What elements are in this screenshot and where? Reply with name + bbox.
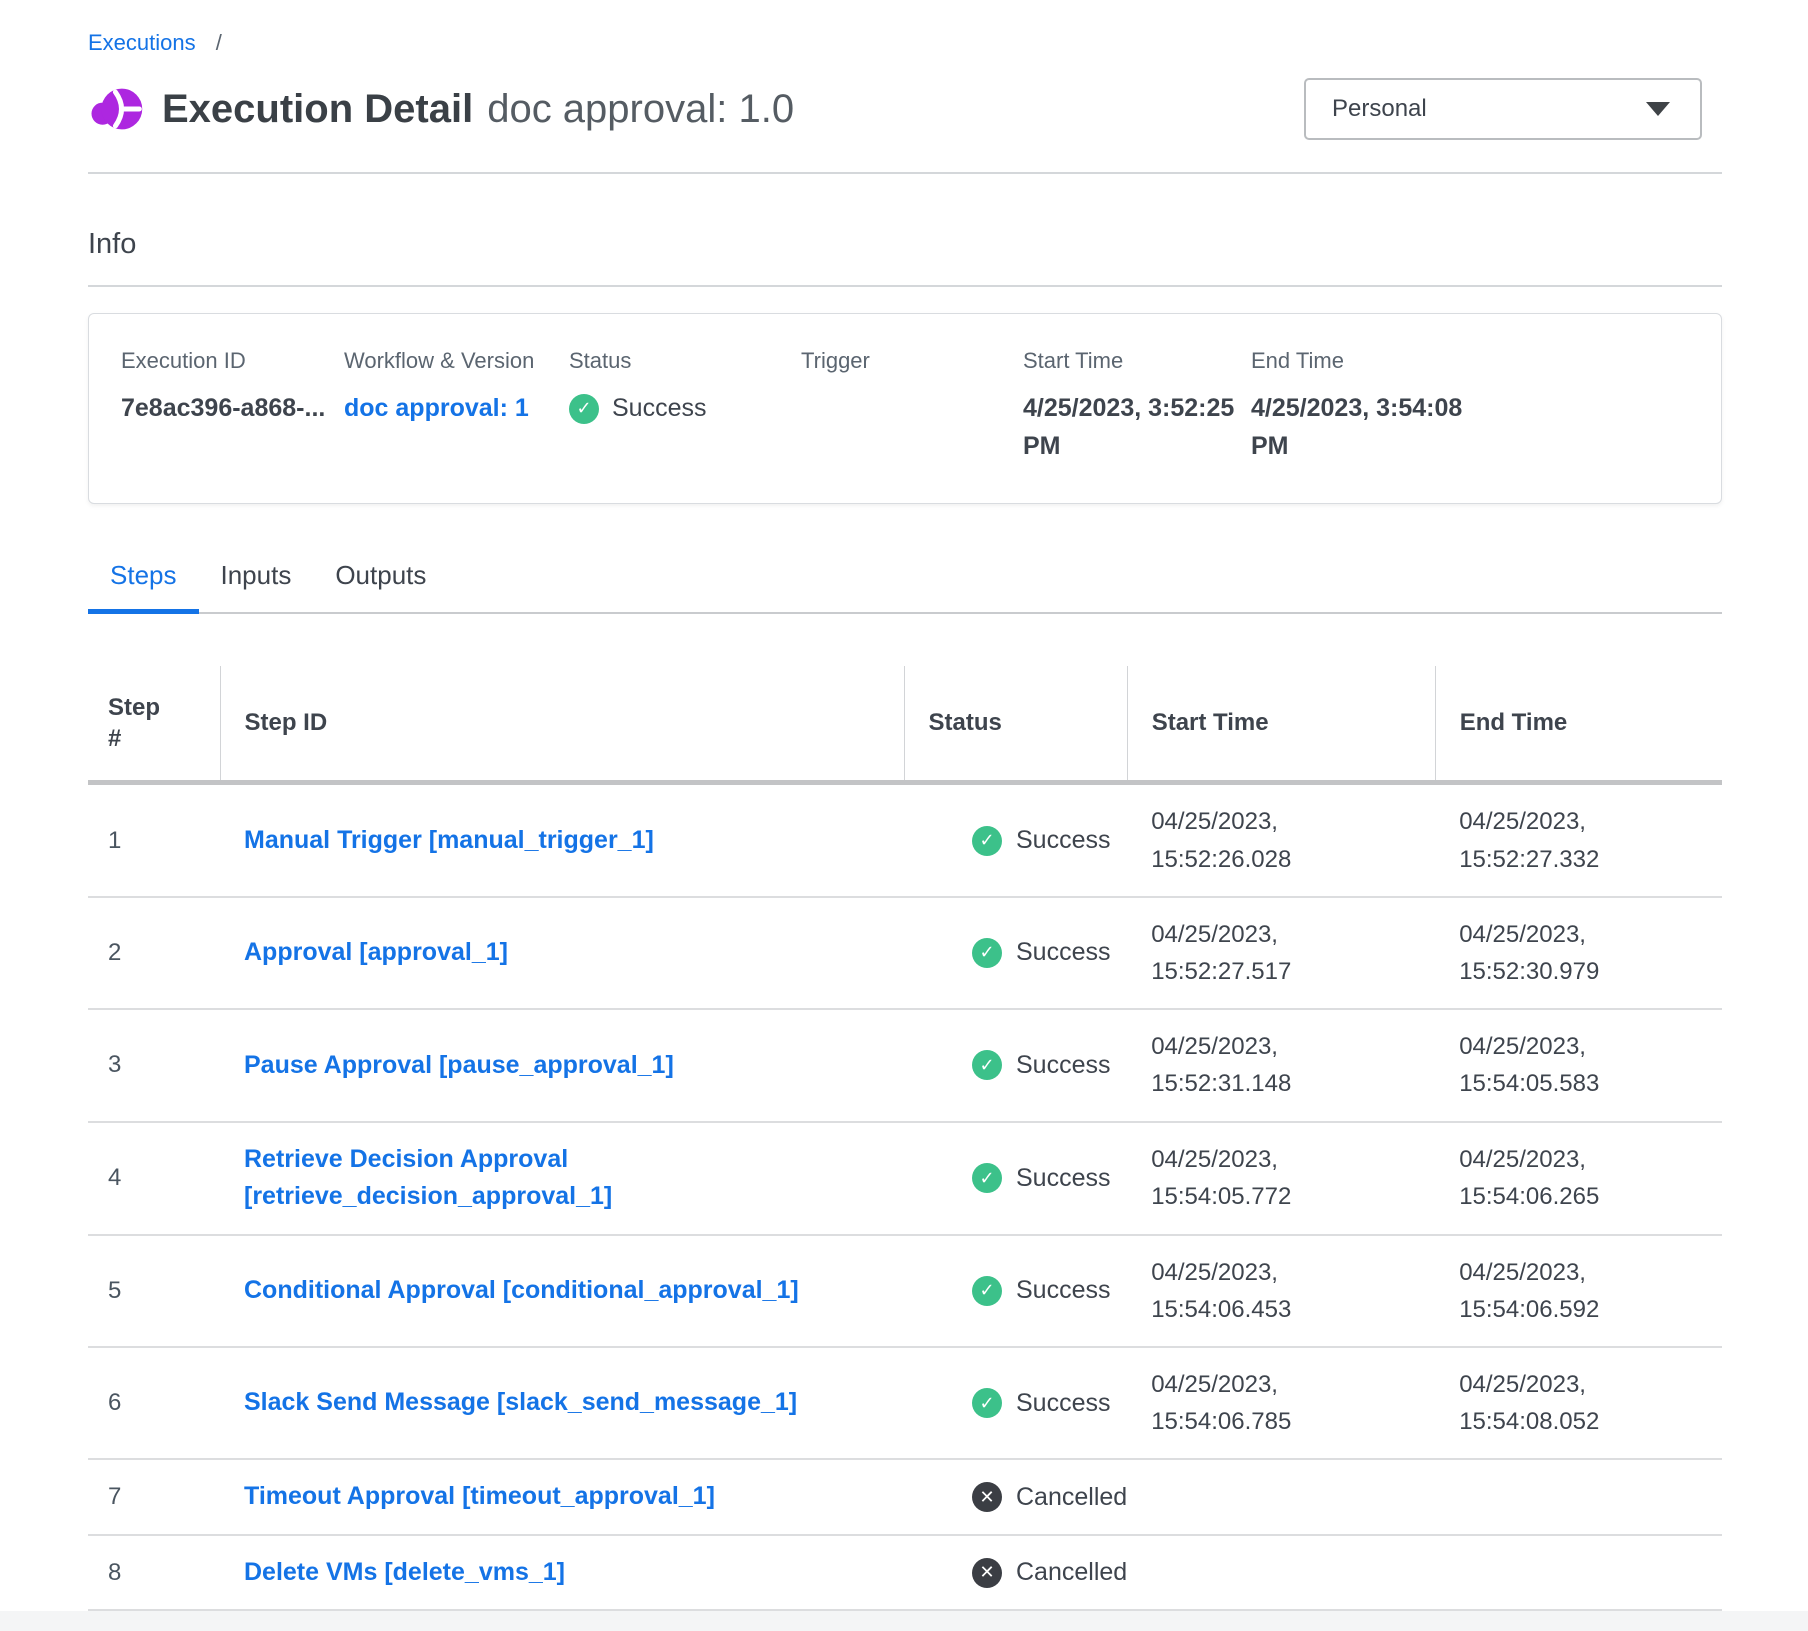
step-start-time: 04/25/2023, 15:52:27.517: [1151, 916, 1321, 990]
step-id-link[interactable]: Retrieve Decision Approval [retrieve_dec…: [244, 1141, 874, 1216]
info-field-value: ✓Success: [569, 390, 801, 428]
step-id-link[interactable]: Approval [approval_1]: [244, 934, 508, 972]
column-header-status: Status: [904, 666, 1127, 783]
steps-table: Step # Step ID Status Start Time End Tim…: [88, 666, 1722, 1611]
info-field-label: End Time: [1251, 348, 1701, 374]
steps-table-header: Step # Step ID Status Start Time End Tim…: [88, 666, 1722, 783]
status-badge: ✕Cancelled: [928, 1482, 1127, 1512]
column-header-step-number: Step #: [88, 666, 220, 783]
step-number: 3: [88, 1009, 220, 1121]
info-field: Trigger: [801, 348, 1023, 465]
workflow-version-link[interactable]: doc approval: 1: [344, 390, 569, 428]
info-divider: [88, 285, 1722, 287]
step-start-time: 04/25/2023, 15:52:26.028: [1151, 803, 1321, 877]
tab-steps[interactable]: Steps: [88, 560, 199, 614]
breadcrumb-separator: /: [216, 30, 222, 55]
step-start-time: 04/25/2023, 15:54:06.453: [1151, 1254, 1321, 1328]
title-divider: [88, 172, 1722, 174]
check-circle-icon: ✓: [972, 1050, 1002, 1080]
column-header-end-time: End Time: [1435, 666, 1722, 783]
info-field: Status ✓Success: [569, 348, 801, 465]
breadcrumb-executions-link[interactable]: Executions: [88, 30, 196, 55]
step-start-time: 04/25/2023, 15:52:31.148: [1151, 1028, 1321, 1102]
step-id-link[interactable]: Manual Trigger [manual_trigger_1]: [244, 822, 654, 860]
column-header-start-time: Start Time: [1127, 666, 1435, 783]
step-number: 8: [88, 1535, 220, 1611]
info-field: Start Time 4/25/2023, 3:52:25 PM: [1023, 348, 1251, 465]
page-subtitle: doc approval: 1.0: [487, 87, 794, 132]
step-end-time: 04/25/2023, 15:52:30.979: [1459, 916, 1629, 990]
caret-down-icon: [1646, 102, 1670, 116]
step-end-time: 04/25/2023, 15:54:06.265: [1459, 1141, 1629, 1215]
info-field-value: 7e8ac396-a868-...: [121, 390, 344, 428]
step-id-link[interactable]: Conditional Approval [conditional_approv…: [244, 1272, 799, 1310]
column-header-step-id: Step ID: [220, 666, 904, 783]
check-circle-icon: ✓: [972, 826, 1002, 856]
step-row: 3 Pause Approval [pause_approval_1] ✓Suc…: [88, 1009, 1722, 1121]
step-end-time: 04/25/2023, 15:52:27.332: [1459, 803, 1629, 877]
info-field: Execution ID 7e8ac396-a868-...: [121, 348, 344, 465]
status-badge: ✓Success: [928, 1388, 1127, 1418]
info-field-label: Execution ID: [121, 348, 344, 374]
info-field-label: Status: [569, 348, 801, 374]
step-row: 1 Manual Trigger [manual_trigger_1] ✓Suc…: [88, 783, 1722, 897]
status-badge: ✓Success: [928, 938, 1127, 968]
tab-outputs[interactable]: Outputs: [313, 560, 448, 614]
step-end-time: 04/25/2023, 15:54:06.592: [1459, 1254, 1629, 1328]
status-badge: ✓Success: [928, 826, 1127, 856]
scope-select[interactable]: Personal: [1304, 78, 1702, 140]
step-id-link[interactable]: Timeout Approval [timeout_approval_1]: [244, 1478, 715, 1516]
step-number: 1: [88, 783, 220, 897]
status-badge: ✕Cancelled: [928, 1558, 1127, 1588]
step-start-time: 04/25/2023, 15:54:05.772: [1151, 1141, 1321, 1215]
info-field-label: Start Time: [1023, 348, 1251, 374]
check-circle-icon: ✓: [972, 938, 1002, 968]
step-number: 5: [88, 1235, 220, 1347]
info-field: End Time 4/25/2023, 3:54:08 PM: [1251, 348, 1701, 465]
scope-select-value: Personal: [1332, 95, 1427, 123]
check-circle-icon: ✓: [569, 394, 599, 424]
execution-detail-page: Executions / Execution Detail doc approv…: [0, 30, 1808, 1631]
step-number: 7: [88, 1459, 220, 1535]
step-id-link[interactable]: Pause Approval [pause_approval_1]: [244, 1047, 674, 1085]
info-field-label: Workflow & Version: [344, 348, 569, 374]
info-field: Workflow & Version doc approval: 1: [344, 348, 569, 465]
tab-bar: StepsInputsOutputs: [88, 560, 1722, 614]
x-circle-icon: ✕: [972, 1482, 1002, 1512]
step-id-link[interactable]: Delete VMs [delete_vms_1]: [244, 1554, 565, 1592]
step-number: 4: [88, 1122, 220, 1235]
breadcrumb: Executions /: [88, 30, 1722, 56]
page-bottom-strip: [0, 1611, 1808, 1631]
step-row: 7 Timeout Approval [timeout_approval_1] …: [88, 1459, 1722, 1535]
status-badge: ✓Success: [928, 1050, 1127, 1080]
check-circle-icon: ✓: [972, 1388, 1002, 1418]
title-row: Execution Detail doc approval: 1.0 Perso…: [88, 78, 1722, 140]
workflow-icon: [88, 81, 144, 137]
step-start-time: 04/25/2023, 15:54:06.785: [1151, 1366, 1321, 1440]
check-circle-icon: ✓: [972, 1163, 1002, 1193]
info-card: Execution ID 7e8ac396-a868-... Workflow …: [88, 313, 1722, 504]
step-row: 8 Delete VMs [delete_vms_1] ✕Cancelled: [88, 1535, 1722, 1611]
status-badge: ✓Success: [928, 1276, 1127, 1306]
info-heading: Info: [88, 228, 1722, 261]
info-field-value: 4/25/2023, 3:52:25 PM: [1023, 390, 1251, 465]
step-row: 5 Conditional Approval [conditional_appr…: [88, 1235, 1722, 1347]
x-circle-icon: ✕: [972, 1558, 1002, 1588]
info-field-label: Trigger: [801, 348, 1023, 374]
check-circle-icon: ✓: [972, 1276, 1002, 1306]
step-end-time: 04/25/2023, 15:54:05.583: [1459, 1028, 1629, 1102]
step-number: 6: [88, 1347, 220, 1459]
step-end-time: 04/25/2023, 15:54:08.052: [1459, 1366, 1629, 1440]
step-id-link[interactable]: Slack Send Message [slack_send_message_1…: [244, 1384, 797, 1422]
step-row: 2 Approval [approval_1] ✓Success 04/25/2…: [88, 897, 1722, 1009]
step-row: 6 Slack Send Message [slack_send_message…: [88, 1347, 1722, 1459]
info-field-value: 4/25/2023, 3:54:08 PM: [1251, 390, 1506, 465]
step-number: 2: [88, 897, 220, 1009]
status-badge: ✓Success: [928, 1163, 1127, 1193]
tab-inputs[interactable]: Inputs: [199, 560, 314, 614]
steps-table-body: 1 Manual Trigger [manual_trigger_1] ✓Suc…: [88, 783, 1722, 1610]
page-title: Execution Detail: [162, 87, 473, 132]
step-row: 4 Retrieve Decision Approval [retrieve_d…: [88, 1122, 1722, 1235]
